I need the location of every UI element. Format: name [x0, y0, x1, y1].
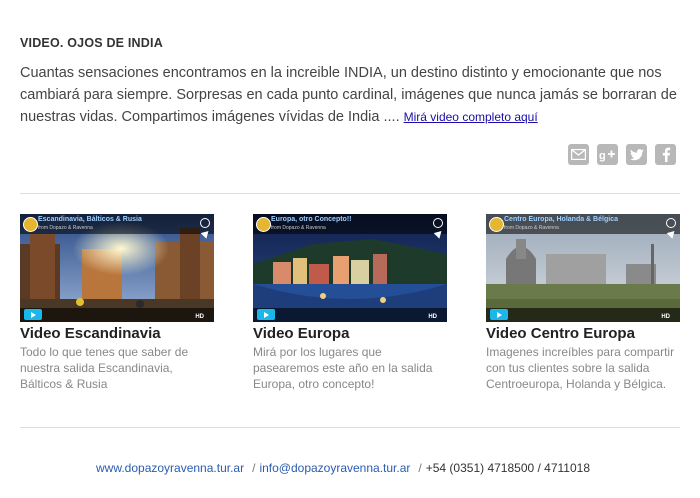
- video-description: Imagenes increíbles para compartir con t…: [486, 345, 675, 391]
- watch-later-icon[interactable]: [200, 218, 210, 228]
- video-card-europa[interactable]: Europa, otro Concepto!! from Dopazo & Ra…: [253, 214, 447, 392]
- article-intro: Cuantas sensaciones encontramos en la in…: [20, 62, 685, 128]
- player-video-from: from Dopazo & Ravenna: [38, 225, 93, 231]
- player-video-title: Centro Europa, Holanda & Bélgica: [504, 216, 618, 223]
- video-card-centro-europa[interactable]: Centro Europa, Holanda & Bélgica from Do…: [486, 214, 680, 392]
- video-card-escandinavia[interactable]: Escandinavia, Bálticos & Rusia from Dopa…: [20, 214, 214, 392]
- social-share-bar: g: [568, 144, 676, 165]
- video-title[interactable]: Video Centro Europa: [486, 325, 680, 342]
- website-link[interactable]: www.dopazoyravenna.tur.ar: [96, 461, 244, 475]
- channel-logo-icon: [489, 217, 504, 232]
- intro-text: Cuantas sensaciones encontramos en la in…: [20, 65, 677, 125]
- video-description: Todo lo que tenes que saber de nuestra s…: [20, 345, 189, 391]
- twitter-icon[interactable]: [626, 144, 647, 165]
- email-link[interactable]: info@dopazoyravenna.tur.ar: [259, 461, 410, 475]
- google-plus-icon[interactable]: g: [597, 144, 618, 165]
- channel-logo-icon: [256, 217, 271, 232]
- facebook-icon[interactable]: [655, 144, 676, 165]
- player-controls: [20, 308, 214, 322]
- hd-badge: HD: [195, 314, 204, 320]
- video-thumbnail[interactable]: Escandinavia, Bálticos & Rusia from Dopa…: [20, 214, 214, 322]
- video-thumbnail[interactable]: Europa, otro Concepto!! from Dopazo & Ra…: [253, 214, 447, 322]
- channel-logo-icon: [23, 217, 38, 232]
- play-icon[interactable]: [24, 309, 42, 320]
- watch-full-video-link[interactable]: Mirá video completo aquí: [404, 110, 538, 124]
- player-video-title: Europa, otro Concepto!!: [271, 216, 352, 223]
- player-video-title: Escandinavia, Bálticos & Rusia: [38, 216, 142, 223]
- video-thumbnail[interactable]: Centro Europa, Holanda & Bélgica from Do…: [486, 214, 680, 322]
- video-title[interactable]: Video Europa: [253, 325, 447, 342]
- divider-bottom: [20, 427, 680, 428]
- article-title: VIDEO. OJOS DE INDIA: [20, 36, 163, 50]
- player-video-from: from Dopazo & Ravenna: [504, 225, 559, 231]
- footer-contact: www.dopazoyravenna.tur.ar / info@dopazoyra…: [96, 461, 590, 475]
- phone-number: +54 (0351) 4718500 / 4711018: [425, 461, 590, 475]
- watch-later-icon[interactable]: [666, 218, 676, 228]
- play-icon[interactable]: [257, 309, 275, 320]
- play-icon[interactable]: [490, 309, 508, 320]
- svg-text:g: g: [599, 150, 606, 162]
- divider-top: [20, 193, 680, 194]
- player-controls: [253, 308, 447, 322]
- video-title[interactable]: Video Escandinavia: [20, 325, 214, 342]
- watch-later-icon[interactable]: [433, 218, 443, 228]
- email-icon[interactable]: [568, 144, 589, 165]
- player-video-from: from Dopazo & Ravenna: [271, 225, 326, 231]
- footer-separator: /: [252, 461, 256, 475]
- player-controls: [486, 308, 680, 322]
- hd-badge: HD: [661, 314, 670, 320]
- footer-separator: /: [418, 461, 422, 475]
- video-description: Mirá por los lugares que pasearemos este…: [253, 345, 433, 391]
- hd-badge: HD: [428, 314, 437, 320]
